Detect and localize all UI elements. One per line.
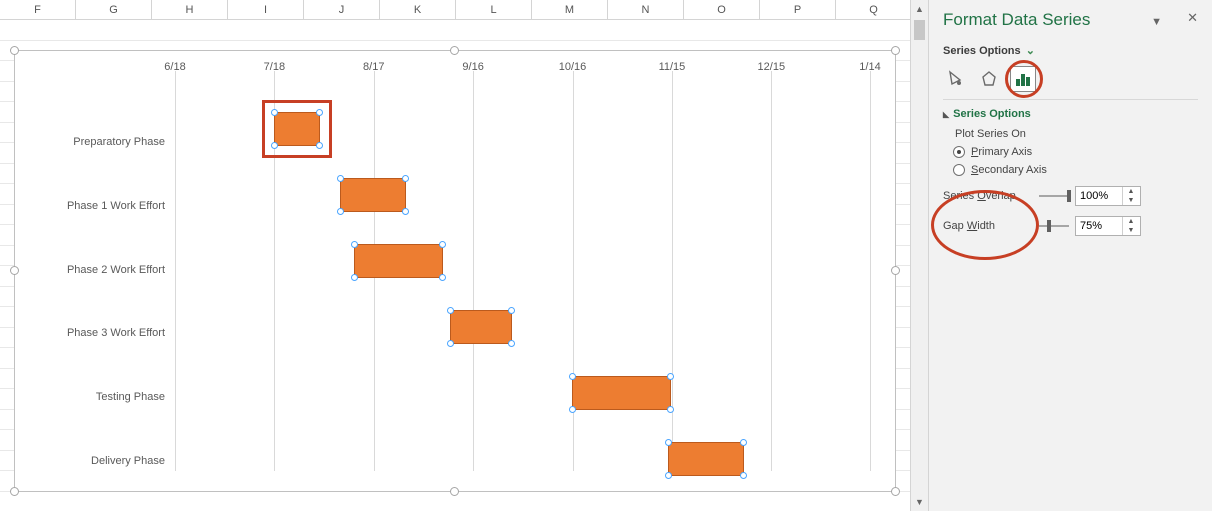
scroll-up-arrow-icon[interactable]: ▲ (911, 0, 928, 18)
effects-tab-icon[interactable] (977, 67, 1001, 91)
col-header[interactable]: J (304, 0, 380, 19)
close-icon[interactable]: ✕ (1187, 10, 1198, 26)
spinner-up-icon[interactable]: ▲ (1123, 217, 1139, 226)
chart-plot-area[interactable] (175, 71, 870, 471)
y-category-label: Preparatory Phase (73, 136, 165, 148)
gantt-chart-object[interactable]: 6/18 7/18 8/17 9/16 10/16 11/15 12/15 1/… (14, 50, 896, 492)
data-bar[interactable] (340, 178, 406, 212)
scroll-down-arrow-icon[interactable]: ▼ (911, 493, 928, 511)
col-header[interactable]: H (152, 0, 228, 19)
col-header[interactable]: Q (836, 0, 912, 19)
y-category-label: Phase 2 Work Effort (67, 264, 165, 276)
format-data-series-pane: Format Data Series ▼ ✕ Series Options ⌄ … (928, 0, 1212, 511)
col-header[interactable]: M (532, 0, 608, 19)
data-bar[interactable] (668, 442, 744, 476)
col-header[interactable]: L (456, 0, 532, 19)
secondary-axis-radio[interactable]: Secondary Axis (953, 164, 1198, 176)
y-category-label: Delivery Phase (91, 455, 165, 467)
data-bar[interactable] (354, 244, 443, 278)
col-header[interactable]: G (76, 0, 152, 19)
series-overlap-input[interactable] (1076, 187, 1122, 205)
col-header[interactable]: P (760, 0, 836, 19)
y-category-label: Testing Phase (96, 391, 165, 403)
y-category-label: Phase 1 Work Effort (67, 200, 165, 212)
pane-tab-icons (943, 67, 1198, 91)
spinner-down-icon[interactable]: ▼ (1123, 226, 1139, 235)
scroll-thumb[interactable] (914, 20, 925, 40)
col-header[interactable]: N (608, 0, 684, 19)
radio-dot-icon (953, 164, 965, 176)
series-overlap-spinner[interactable]: ▲▼ (1075, 186, 1141, 206)
gap-width-slider[interactable] (1039, 225, 1069, 227)
fill-and-line-tab-icon[interactable] (943, 67, 967, 91)
primary-axis-radio[interactable]: Primary Axis (953, 146, 1198, 158)
plot-series-on-label: Plot Series On (955, 128, 1198, 140)
col-header[interactable]: F (0, 0, 76, 19)
col-header[interactable]: I (228, 0, 304, 19)
annotation-red-circle (1005, 60, 1043, 98)
pane-menu-button[interactable]: ▼ (1151, 16, 1162, 28)
y-category-label: Phase 3 Work Effort (67, 327, 165, 339)
gap-width-input[interactable] (1076, 217, 1122, 235)
series-overlap-slider[interactable] (1039, 195, 1069, 197)
spreadsheet-column-headers: F G H I J K L M N O P Q (0, 0, 910, 20)
col-header[interactable]: O (684, 0, 760, 19)
series-options-group-header[interactable]: Series Options (943, 108, 1198, 120)
col-header[interactable]: K (380, 0, 456, 19)
spinner-down-icon[interactable]: ▼ (1123, 196, 1139, 205)
annotation-red-circle (931, 190, 1039, 260)
chart-y-axis[interactable]: Preparatory Phase Phase 1 Work Effort Ph… (25, 87, 165, 473)
spinner-up-icon[interactable]: ▲ (1123, 187, 1139, 196)
data-bar[interactable] (450, 310, 513, 344)
radio-label: Primary Axis (971, 146, 1032, 158)
chevron-down-icon: ⌄ (1026, 45, 1035, 57)
gap-width-spinner[interactable]: ▲▼ (1075, 216, 1141, 236)
pane-dropdown[interactable]: Series Options ⌄ (943, 44, 1198, 57)
gap-width-row: Gap Width ▲▼ (943, 216, 1198, 236)
pane-dropdown-label: Series Options (943, 45, 1021, 57)
data-bar[interactable] (572, 376, 671, 410)
vertical-scrollbar[interactable]: ▲ ▼ (910, 0, 928, 511)
radio-label: Secondary Axis (971, 164, 1047, 176)
data-bar[interactable] (274, 112, 320, 146)
radio-dot-icon (953, 146, 965, 158)
